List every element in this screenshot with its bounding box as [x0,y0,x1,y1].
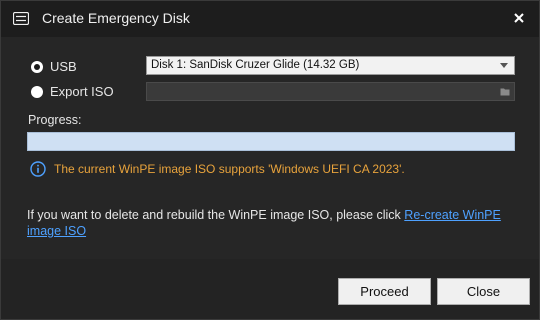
info-text: The current WinPE image ISO supports 'Wi… [54,162,405,176]
progress-label: Progress: [28,113,82,127]
export-iso-radio[interactable] [31,85,43,98]
proceed-button[interactable]: Proceed [338,278,431,305]
create-emergency-disk-dialog: Create Emergency Disk USB Disk 1: SanDis… [0,0,540,320]
export-iso-path-field[interactable] [146,82,515,101]
rebuild-note-text: If you want to delete and rebuild the Wi… [27,208,405,222]
usb-disk-icon [13,12,29,25]
close-icon[interactable] [511,10,527,26]
title-bar: Create Emergency Disk [1,1,539,37]
rebuild-note: If you want to delete and rebuild the Wi… [27,207,507,239]
export-iso-option[interactable]: Export ISO [31,84,114,99]
usb-option[interactable]: USB [31,59,77,74]
usb-radio-label: USB [50,59,77,74]
usb-radio[interactable] [31,60,43,73]
info-icon [30,161,46,177]
usb-disk-value: Disk 1: SanDisk Cruzer Glide (14.32 GB) [151,59,360,71]
usb-disk-select[interactable]: Disk 1: SanDisk Cruzer Glide (14.32 GB) [146,56,515,75]
info-message: The current WinPE image ISO supports 'Wi… [30,161,405,177]
dialog-title: Create Emergency Disk [42,10,190,26]
folder-icon[interactable] [500,87,510,96]
export-iso-radio-label: Export ISO [50,84,114,99]
progress-bar [27,132,515,151]
chevron-down-icon[interactable] [500,63,508,68]
close-button[interactable]: Close [437,278,530,305]
